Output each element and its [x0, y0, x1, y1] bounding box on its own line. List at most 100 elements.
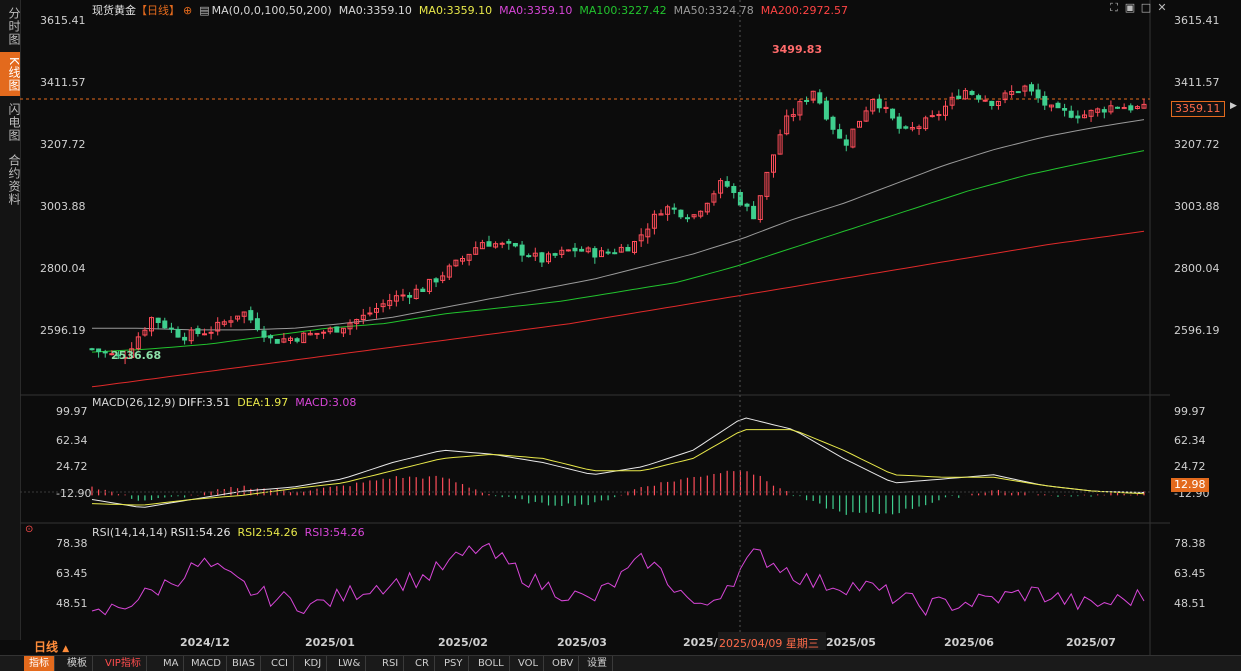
- indicator-ma[interactable]: MA: [158, 656, 185, 671]
- candle-body: [625, 247, 631, 252]
- candle-body: [724, 181, 730, 187]
- candle-body: [592, 248, 598, 258]
- left-price-tick: 3003.88: [40, 200, 86, 213]
- tab-flash-chart[interactable]: 闪电图: [0, 100, 21, 144]
- candle-body: [248, 310, 254, 321]
- x-axis-label: 2025/07: [1066, 636, 1116, 649]
- candle-body: [1128, 105, 1134, 111]
- macd-lines: [91, 417, 1145, 508]
- tab-vip-indicators[interactable]: VIP指标: [100, 656, 147, 671]
- macd-diff-path: [91, 417, 1145, 508]
- indicator-rsi[interactable]: RSI: [377, 656, 405, 671]
- ma-settings-icon[interactable]: ▤: [199, 4, 209, 17]
- crosshair-date-label: 2025/04/09 星期三: [719, 637, 819, 650]
- instrument-name: 现货黄金: [92, 4, 136, 17]
- candle-body: [929, 115, 935, 118]
- low-label: 2536.68: [111, 349, 162, 362]
- left-price-tick: 3207.72: [40, 138, 86, 151]
- right-macd-tick: 24.72: [1174, 460, 1206, 473]
- candle-body: [731, 186, 737, 193]
- candle-body: [96, 348, 102, 353]
- indicator-psy[interactable]: PSY: [439, 656, 469, 671]
- right-macd-tick: 62.34: [1174, 434, 1206, 447]
- macd-diff-value: DIFF:3.51: [178, 396, 231, 409]
- right-price-tick: 2800.04: [1174, 262, 1220, 275]
- macd-current-box: 12.98: [1171, 478, 1209, 492]
- indicator-cci[interactable]: CCI: [266, 656, 294, 671]
- left-macd-tick: 24.72: [56, 460, 88, 473]
- candle-body: [539, 252, 545, 263]
- period-selector[interactable]: 日线 ▲: [34, 638, 69, 655]
- ma200-line: [91, 230, 1145, 388]
- candle-body: [896, 116, 902, 129]
- maximize-icon[interactable]: □: [1140, 2, 1152, 14]
- candle-body: [268, 335, 274, 339]
- x-axis-label: 2025/05: [826, 636, 876, 649]
- candle-body: [202, 333, 207, 336]
- candle-body: [294, 338, 300, 342]
- candle-body: [526, 255, 532, 258]
- x-axis-label: 2025/02: [438, 636, 488, 649]
- right-price-tick: 3003.88: [1174, 200, 1220, 213]
- right-price-tick: 3207.72: [1174, 138, 1220, 151]
- right-price-tick: 2596.19: [1174, 324, 1220, 337]
- candle-body: [579, 248, 585, 252]
- candle-body: [552, 253, 558, 256]
- candle-body: [182, 336, 188, 341]
- indicator-boll[interactable]: BOLL: [473, 656, 510, 671]
- candle-body: [989, 100, 995, 107]
- fullscreen-icon[interactable]: ⛶: [1108, 2, 1120, 14]
- left-price-tick: 2596.19: [40, 324, 86, 337]
- indicator-lw[interactable]: LW&: [333, 656, 367, 671]
- tab-contract-info[interactable]: 合约资料: [0, 150, 21, 210]
- candle-body: [837, 129, 843, 139]
- candle-body: [261, 330, 267, 338]
- indicator-obv[interactable]: OBV: [547, 656, 580, 671]
- candle-body: [486, 241, 492, 247]
- rsi1-value: RSI1:54.26: [170, 526, 231, 539]
- x-axis-label: 2025/01: [305, 636, 355, 649]
- rsi3-value: RSI3:54.26: [304, 526, 365, 539]
- left-rsi-tick: 78.38: [56, 537, 88, 550]
- ma0-value-white: MA0:3359.10: [338, 4, 412, 17]
- ma100-value: MA100:3227.42: [579, 4, 667, 17]
- tab-kline[interactable]: K线图: [0, 52, 21, 96]
- rsi-legend: RSI(14,14,14) RSI1:54.26 RSI2:54.26 RSI3:54…: [92, 526, 372, 539]
- scale-toggle-icon[interactable]: ▶: [1230, 101, 1237, 111]
- candle-body: [685, 217, 690, 220]
- period-selector-label: 日线: [34, 640, 59, 654]
- candle-body: [274, 339, 280, 344]
- tab-templates[interactable]: 模板: [62, 656, 93, 671]
- current-price-box: 3359.11: [1171, 101, 1225, 117]
- target-icon[interactable]: ⊙: [25, 524, 33, 535]
- candle-body: [744, 203, 750, 207]
- add-indicator-icon[interactable]: ⊕: [183, 4, 192, 17]
- indicator-vol[interactable]: VOL: [513, 656, 545, 671]
- indicator-bias[interactable]: BIAS: [227, 656, 261, 671]
- indicator-kdj[interactable]: KDJ: [299, 656, 328, 671]
- candlesticks: [89, 82, 1147, 365]
- candle-body: [612, 252, 618, 255]
- left-macd-tick: 62.34: [56, 434, 88, 447]
- x-axis-label: 2024/12: [180, 636, 230, 649]
- tab-time-share[interactable]: 分时图: [0, 4, 21, 48]
- indicator-macd[interactable]: MACD: [186, 656, 227, 671]
- restore-icon[interactable]: ▣: [1124, 2, 1136, 14]
- right-rsi-tick: 48.51: [1174, 597, 1206, 610]
- candle-body: [956, 95, 962, 99]
- candle-body: [102, 351, 108, 354]
- left-rsi-tick: 63.45: [56, 567, 88, 580]
- rsi-params: RSI(14,14,14): [92, 526, 168, 539]
- indicator-cr[interactable]: CR: [410, 656, 435, 671]
- close-icon[interactable]: ✕: [1156, 2, 1168, 14]
- tab-settings[interactable]: 设置: [582, 656, 613, 671]
- main-legend: 现货黄金【日线】 ⊕ ▤ MA(0,0,0,100,50,200) MA0:3359.1…: [92, 2, 855, 18]
- ma0-value-magenta: MA0:3359.10: [499, 4, 573, 17]
- tab-indicators[interactable]: 指标: [24, 656, 55, 671]
- candle-body: [1029, 84, 1034, 92]
- candle-body: [1068, 110, 1074, 118]
- candle-body: [1101, 109, 1107, 113]
- candle-body: [162, 320, 168, 329]
- candle-body: [506, 241, 512, 244]
- chart-canvas[interactable]: [20, 0, 1170, 655]
